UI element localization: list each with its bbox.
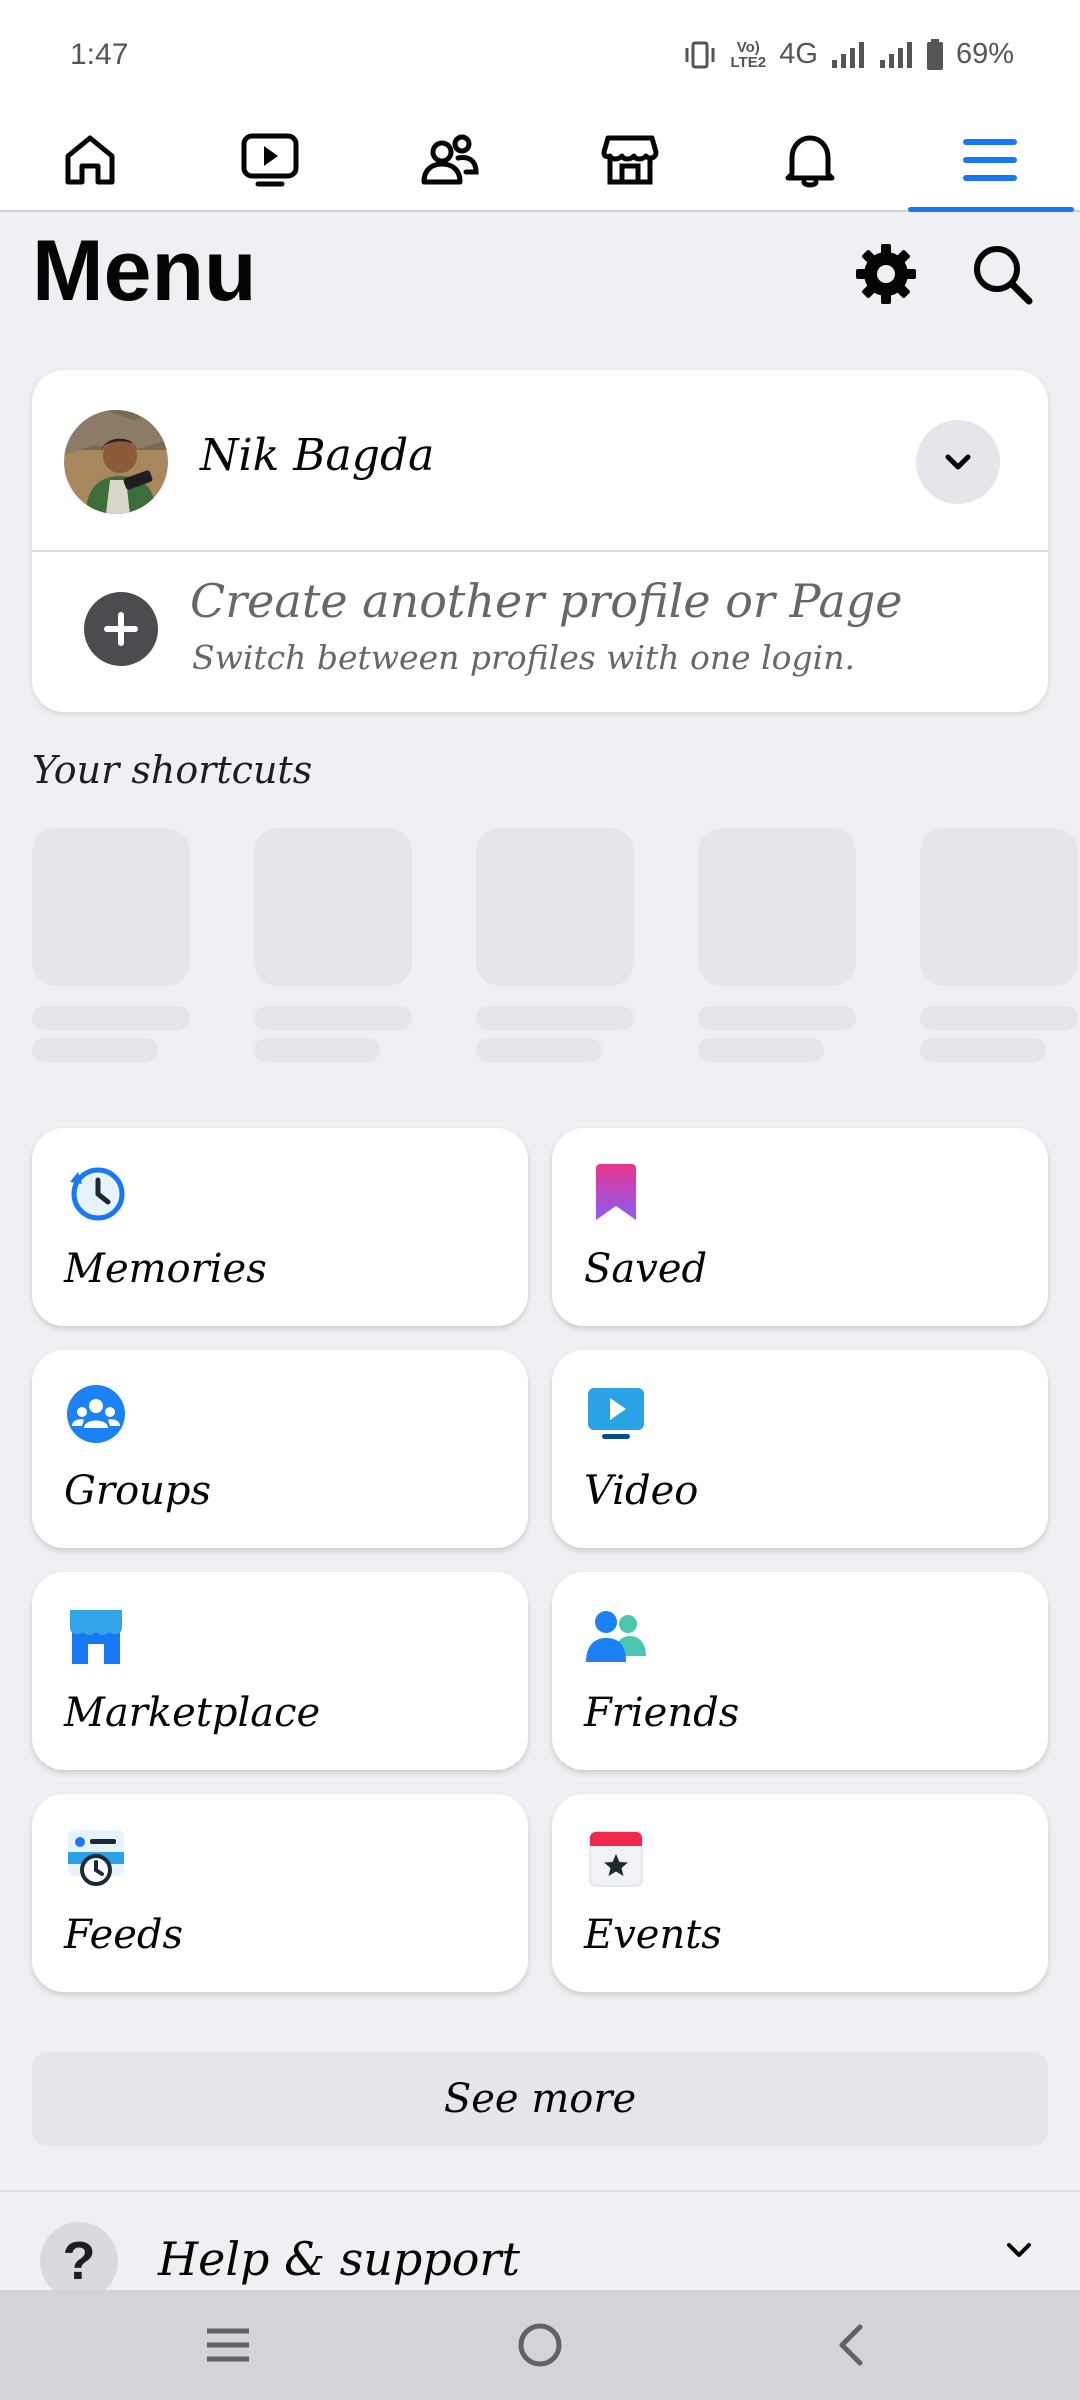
chevron-down-icon — [1007, 2243, 1031, 2257]
volte-label: Vo) LTE2 — [730, 38, 767, 71]
friends-icon — [586, 1611, 646, 1662]
android-nav-bar — [0, 2290, 1080, 2400]
active-tab-indicator — [908, 207, 1074, 212]
tab-marketplace[interactable] — [540, 110, 720, 210]
settings-button[interactable] — [844, 232, 928, 316]
tile-label: Memories — [64, 1246, 267, 1292]
video-icon — [241, 133, 299, 187]
back-icon — [839, 2324, 863, 2366]
create-profile-button[interactable] — [84, 592, 158, 666]
friends-icon — [421, 134, 479, 185]
card-divider — [32, 550, 1048, 552]
avatar[interactable] — [64, 410, 168, 514]
tile-label: Friends — [584, 1690, 740, 1736]
tile-label: Events — [584, 1912, 722, 1958]
signal-icon-2 — [879, 41, 912, 68]
tab-notifications[interactable] — [720, 110, 900, 210]
home-button[interactable] — [480, 2312, 600, 2378]
status-icons: Vo) LTE2 4G 69% — [683, 38, 1014, 71]
video-icon — [588, 1388, 644, 1439]
battery-label: 69% — [955, 38, 1014, 70]
recent-apps-icon — [207, 2328, 249, 2362]
switch-profile-button[interactable] — [916, 420, 1000, 504]
tab-menu[interactable] — [900, 110, 1080, 210]
gear-icon — [856, 244, 916, 304]
tab-friends[interactable] — [360, 110, 540, 210]
saved-icon — [596, 1164, 636, 1220]
status-time: 1:47 — [70, 38, 129, 71]
tab-home[interactable] — [0, 110, 180, 210]
home-circle-icon — [518, 2323, 562, 2367]
events-icon — [589, 1831, 643, 1887]
tile-label: Saved — [584, 1246, 708, 1292]
recent-apps-button[interactable] — [168, 2312, 288, 2378]
search-icon — [974, 246, 1033, 305]
status-bar: 1:47 Vo) LTE2 4G 69% — [0, 0, 1080, 110]
tile-friends[interactable]: Friends — [552, 1572, 1048, 1770]
tile-groups[interactable]: Groups — [32, 1350, 528, 1548]
top-nav — [0, 110, 1080, 212]
shortcuts-title: Your shortcuts — [32, 748, 313, 792]
search-button[interactable] — [960, 232, 1044, 316]
memories-icon — [70, 1167, 125, 1221]
battery-icon — [926, 38, 943, 70]
tile-marketplace[interactable]: Marketplace — [32, 1572, 528, 1770]
help-label: Help & support — [158, 2232, 520, 2286]
tile-label: Groups — [64, 1468, 212, 1514]
tab-video[interactable] — [180, 110, 360, 210]
groups-icon — [67, 1385, 125, 1443]
shortcut-placeholder — [698, 828, 856, 1062]
vibrate-icon — [685, 41, 715, 68]
help-section[interactable]: ? Help & support — [0, 2190, 1080, 2300]
back-button[interactable] — [790, 2312, 910, 2378]
feeds-icon — [68, 1830, 124, 1886]
marketplace-icon — [601, 135, 659, 185]
profile-name[interactable]: Nik Bagda — [200, 430, 434, 481]
plus-icon — [104, 612, 138, 646]
shortcut-placeholder — [476, 828, 634, 1062]
network-label: 4G — [779, 38, 818, 70]
tile-memories[interactable]: Memories — [32, 1128, 528, 1326]
marketplace-icon — [70, 1610, 122, 1664]
shortcut-placeholder — [920, 828, 1078, 1062]
notifications-icon — [785, 135, 835, 188]
tile-label: Marketplace — [64, 1690, 321, 1736]
create-profile-subtitle: Switch between profiles with one login. — [192, 638, 855, 677]
tile-saved[interactable]: Saved — [552, 1128, 1048, 1326]
tile-label: Video — [584, 1468, 699, 1514]
tile-label: Feeds — [64, 1912, 184, 1958]
create-profile-title[interactable]: Create another profile or Page — [190, 574, 903, 628]
tile-feeds[interactable]: Feeds — [32, 1794, 528, 1992]
page-title: Menu — [32, 223, 257, 319]
shortcut-placeholder — [32, 828, 190, 1062]
help-icon: ? — [40, 2222, 118, 2300]
menu-icon — [963, 139, 1017, 181]
profile-card: Nik Bagda Create another profile or Page… — [32, 370, 1048, 712]
see-more-button[interactable]: See more — [32, 2052, 1048, 2146]
tile-video[interactable]: Video — [552, 1350, 1048, 1548]
signal-icon — [831, 41, 864, 68]
chevron-down-icon — [945, 454, 971, 470]
shortcut-placeholder — [254, 828, 412, 1062]
home-icon — [65, 135, 115, 185]
tile-events[interactable]: Events — [552, 1794, 1048, 1992]
